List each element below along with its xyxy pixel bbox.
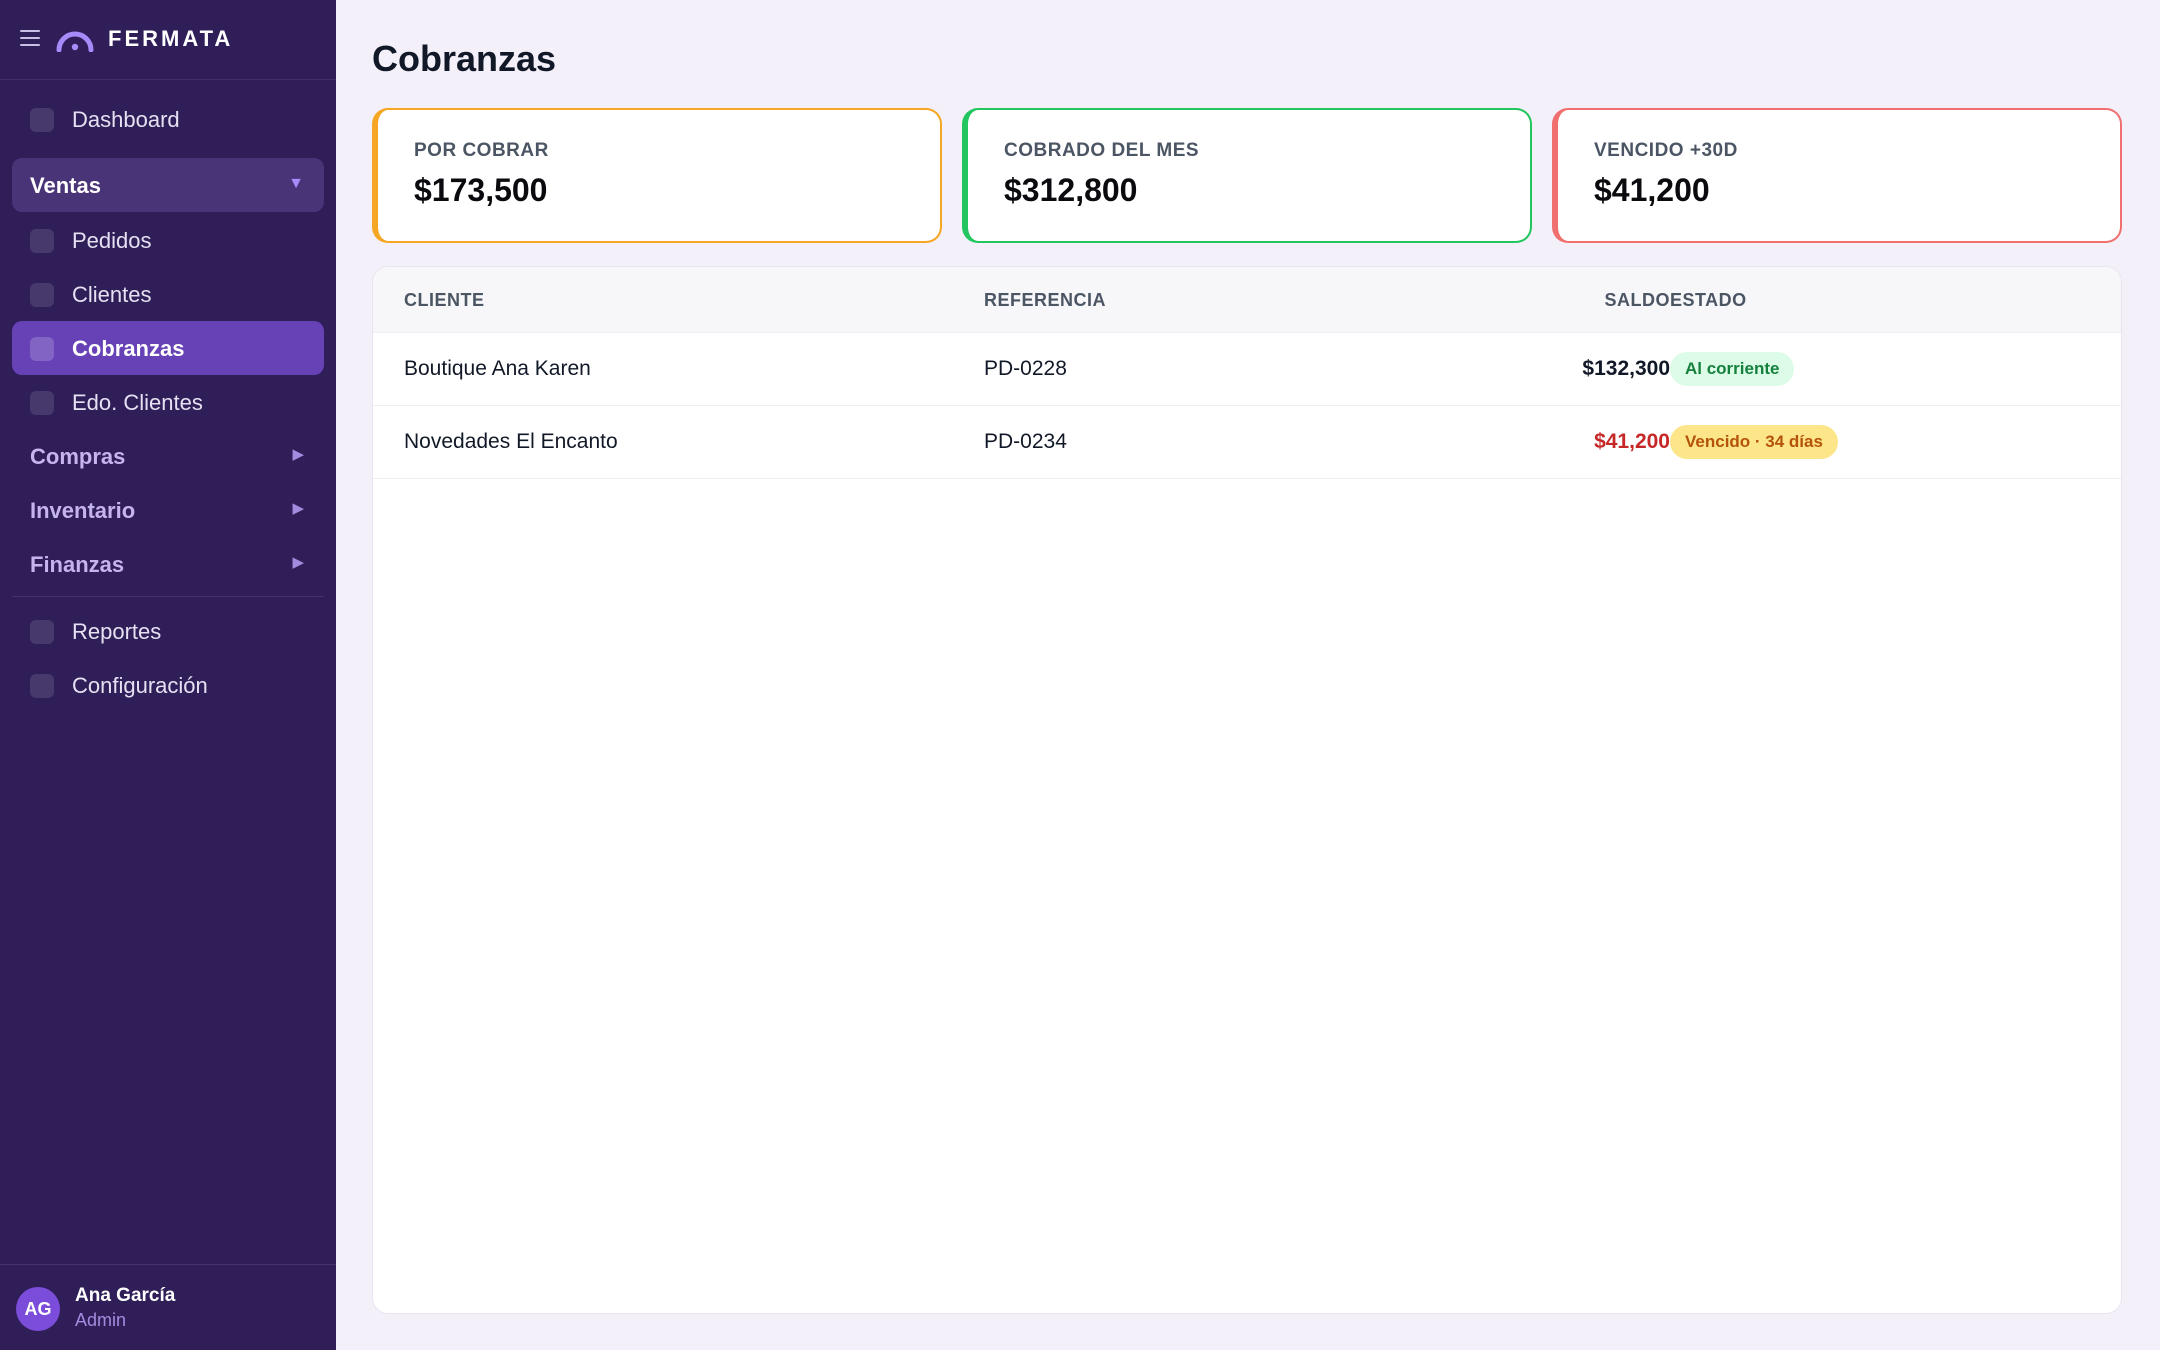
sidebar-item-label: Pedidos (72, 228, 152, 253)
sidebar: FERMATA Dashboard Ventas ▼ Pedidos Clien… (0, 0, 336, 1350)
sidebar-item-label: Reportes (72, 619, 162, 644)
brand-header: FERMATA (0, 0, 336, 80)
sidebar-item-edo-clientes[interactable]: Edo. Clientes (12, 375, 324, 429)
clientes-icon (30, 283, 54, 307)
stat-value: $173,500 (414, 172, 548, 208)
column-header-referencia[interactable]: REFERENCIA (984, 290, 1106, 311)
sidebar-item-label: Dashboard (72, 107, 180, 132)
sidebar-item-clientes[interactable]: Clientes (12, 267, 324, 321)
sidebar-item-label: Edo. Clientes (72, 390, 203, 415)
table-row[interactable]: Novedades El Encanto PD-0234 $41,200 Ven… (373, 406, 2121, 479)
sidebar-item-pedidos[interactable]: Pedidos (12, 213, 324, 267)
column-header-cliente[interactable]: CLIENTE (404, 290, 485, 311)
stat-label: POR COBRAR (414, 140, 549, 161)
user-name: Ana García (75, 1285, 176, 1306)
sidebar-item-label: Clientes (72, 282, 152, 307)
chevron-right-icon: ▶ (292, 500, 304, 517)
dashboard-icon (30, 108, 54, 132)
sidebar-item-configuracion[interactable]: Configuración (12, 658, 324, 712)
sidebar-group-inventario[interactable]: Inventario ▶ (12, 483, 324, 537)
page-title: Cobranzas (372, 38, 557, 79)
sidebar-group-label: Compras (30, 444, 126, 469)
stat-label: VENCIDO +30D (1594, 140, 1738, 161)
column-header-saldo[interactable]: SALDO (1520, 290, 1670, 311)
reportes-icon (30, 620, 54, 644)
cobranzas-icon (30, 337, 54, 361)
hamburger-menu-icon[interactable] (20, 30, 40, 48)
sidebar-item-label: Configuración (72, 673, 208, 698)
user-panel[interactable]: AG Ana García Admin (0, 1264, 336, 1350)
chevron-right-icon: ▶ (292, 554, 304, 571)
stat-value: $312,800 (1004, 172, 1138, 208)
brand-name: FERMATA (108, 26, 234, 51)
cobranzas-table: CLIENTE REFERENCIA SALDO ESTADO Boutique… (372, 266, 2122, 1314)
sidebar-item-cobranzas[interactable]: Cobranzas (12, 321, 324, 375)
sidebar-group-label: Inventario (30, 498, 136, 523)
cell-cliente: Boutique Ana Karen (404, 357, 591, 380)
column-header-estado[interactable]: ESTADO (1670, 290, 1747, 311)
sidebar-group-label: Finanzas (30, 552, 125, 577)
table-row[interactable]: Boutique Ana Karen PD-0228 $132,300 Al c… (373, 333, 2121, 406)
stat-value: $41,200 (1594, 172, 1710, 208)
table-header: CLIENTE REFERENCIA SALDO ESTADO (373, 267, 2121, 333)
cell-referencia: PD-0234 (984, 430, 1067, 453)
sidebar-item-reportes[interactable]: Reportes (12, 604, 324, 658)
configuracion-icon (30, 674, 54, 698)
cell-saldo: $132,300 (1582, 357, 1670, 380)
stat-card-vencido-30d: VENCIDO +30D $41,200 (1552, 108, 2122, 243)
avatar: AG (16, 1287, 60, 1331)
cell-saldo: $41,200 (1594, 430, 1670, 453)
sidebar-group-compras[interactable]: Compras ▶ (12, 429, 324, 483)
sidebar-group-ventas[interactable]: Ventas ▼ (12, 158, 324, 212)
user-role: Admin (75, 1310, 127, 1330)
sidebar-divider (12, 596, 324, 597)
sidebar-group-finanzas[interactable]: Finanzas ▶ (12, 537, 324, 591)
cell-referencia: PD-0228 (984, 357, 1067, 380)
chevron-right-icon: ▶ (292, 446, 304, 463)
stat-card-cobrado-del-mes: COBRADO DEL MES $312,800 (962, 108, 1532, 243)
stat-label: COBRADO DEL MES (1004, 140, 1200, 161)
sidebar-item-label: Cobranzas (72, 336, 185, 361)
sidebar-item-dashboard[interactable]: Dashboard (12, 92, 324, 146)
status-badge: Al corriente (1670, 352, 1795, 386)
pedidos-icon (30, 229, 54, 253)
status-badge: Vencido · 34 días (1670, 425, 1838, 459)
sidebar-group-label: Ventas (30, 173, 101, 198)
stat-card-por-cobrar: POR COBRAR $173,500 (372, 108, 942, 243)
fermata-logo-icon (56, 31, 94, 52)
edo-clientes-icon (30, 391, 54, 415)
cell-cliente: Novedades El Encanto (404, 430, 618, 453)
chevron-down-icon: ▼ (288, 175, 304, 192)
